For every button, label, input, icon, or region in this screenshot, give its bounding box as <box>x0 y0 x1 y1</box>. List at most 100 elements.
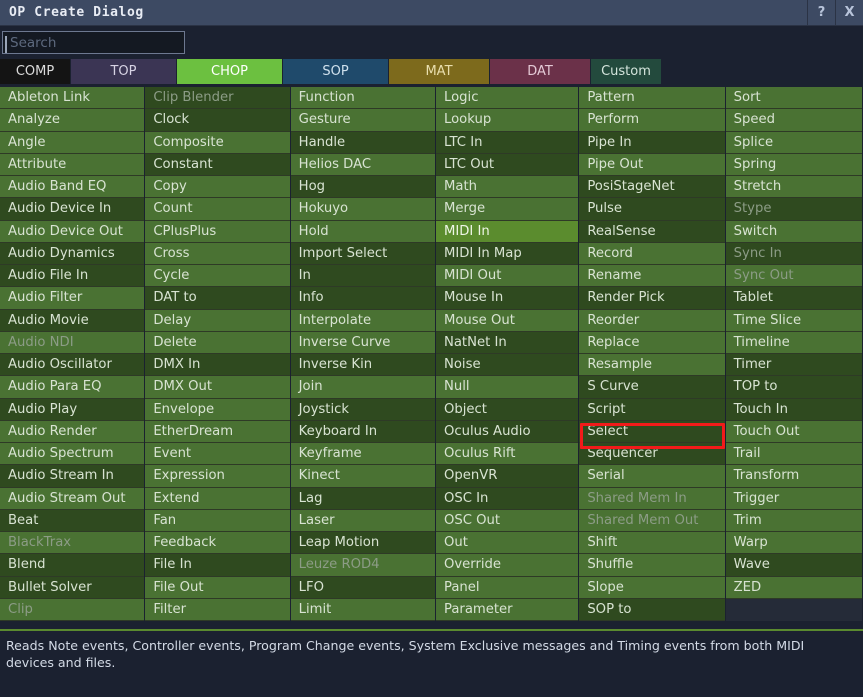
operator-item[interactable]: Audio NDI <box>0 331 145 354</box>
operator-item[interactable]: Beat <box>0 509 145 532</box>
operator-item[interactable]: RealSense <box>579 220 725 243</box>
operator-item[interactable]: Inverse Curve <box>290 331 435 354</box>
operator-item[interactable]: Keyframe <box>290 443 435 466</box>
operator-item[interactable]: Analyze <box>0 109 145 132</box>
operator-item[interactable]: Select <box>579 420 725 443</box>
operator-item[interactable]: Audio Para EQ <box>0 376 145 399</box>
operator-item[interactable]: Function <box>290 87 435 110</box>
operator-item[interactable]: Interpolate <box>290 309 435 332</box>
operator-item[interactable]: Panel <box>435 576 579 599</box>
operator-item[interactable]: MIDI In <box>435 220 579 243</box>
operator-item[interactable]: Noise <box>435 354 579 377</box>
operator-item[interactable]: Slope <box>579 576 725 599</box>
operator-item[interactable]: Leap Motion <box>290 532 435 555</box>
operator-item[interactable]: Touch In <box>725 398 862 421</box>
operator-item[interactable]: Shift <box>579 532 725 555</box>
operator-item[interactable]: Merge <box>435 198 579 221</box>
operator-item[interactable]: DMX In <box>145 354 290 377</box>
operator-item[interactable]: DMX Out <box>145 376 290 399</box>
operator-item[interactable]: Script <box>579 398 725 421</box>
tab-sop[interactable]: SOP <box>283 59 388 84</box>
operator-item[interactable]: Kinect <box>290 465 435 488</box>
operator-item[interactable]: Helios DAC <box>290 153 435 176</box>
operator-item[interactable]: Time Slice <box>725 309 862 332</box>
operator-item[interactable]: Audio Stream Out <box>0 487 145 510</box>
operator-item[interactable]: Reorder <box>579 309 725 332</box>
operator-item[interactable]: MIDI Out <box>435 265 579 288</box>
operator-item[interactable]: Sync Out <box>725 265 862 288</box>
operator-item[interactable]: Replace <box>579 331 725 354</box>
operator-item[interactable]: Expression <box>145 465 290 488</box>
operator-item[interactable]: Count <box>145 198 290 221</box>
operator-item[interactable]: Fan <box>145 509 290 532</box>
operator-item[interactable]: SOP to <box>579 598 725 621</box>
operator-item[interactable]: OSC In <box>435 487 579 510</box>
help-button[interactable]: ? <box>807 0 835 25</box>
operator-item[interactable]: Join <box>290 376 435 399</box>
operator-item[interactable]: Laser <box>290 509 435 532</box>
operator-item[interactable]: Lookup <box>435 109 579 132</box>
operator-item[interactable]: Timeline <box>725 331 862 354</box>
operator-item[interactable]: Inverse Kin <box>290 354 435 377</box>
operator-item[interactable]: LFO <box>290 576 435 599</box>
operator-item[interactable]: Audio Play <box>0 398 145 421</box>
operator-item[interactable]: Keyboard In <box>290 420 435 443</box>
operator-item[interactable]: S Curve <box>579 376 725 399</box>
operator-item[interactable]: Audio Device Out <box>0 220 145 243</box>
operator-item[interactable]: Override <box>435 554 579 577</box>
operator-item[interactable]: Limit <box>290 598 435 621</box>
operator-item[interactable]: Clock <box>145 109 290 132</box>
operator-item[interactable]: Audio Spectrum <box>0 443 145 466</box>
tab-mat[interactable]: MAT <box>389 59 489 84</box>
operator-item[interactable]: Bullet Solver <box>0 576 145 599</box>
operator-item[interactable]: Extend <box>145 487 290 510</box>
search-input[interactable] <box>2 31 185 54</box>
operator-item[interactable]: Pipe In <box>579 131 725 154</box>
operator-item[interactable]: LTC Out <box>435 153 579 176</box>
operator-item[interactable]: ZED <box>725 576 862 599</box>
operator-item[interactable]: Audio Movie <box>0 309 145 332</box>
operator-item[interactable]: BlackTrax <box>0 532 145 555</box>
operator-item[interactable]: Sequencer <box>579 443 725 466</box>
operator-item[interactable]: TOP to <box>725 376 862 399</box>
operator-item[interactable]: Shared Mem Out <box>579 509 725 532</box>
operator-item[interactable]: Blend <box>0 554 145 577</box>
operator-item[interactable]: Speed <box>725 109 862 132</box>
operator-item[interactable]: DAT to <box>145 287 290 310</box>
operator-item[interactable]: Trail <box>725 443 862 466</box>
operator-item[interactable]: Copy <box>145 176 290 199</box>
operator-item[interactable]: Mouse In <box>435 287 579 310</box>
operator-item[interactable]: Touch Out <box>725 420 862 443</box>
operator-item[interactable]: Audio Device In <box>0 198 145 221</box>
operator-item[interactable]: Audio Stream In <box>0 465 145 488</box>
operator-item[interactable]: Shuffle <box>579 554 725 577</box>
operator-item[interactable]: Import Select <box>290 242 435 265</box>
operator-item[interactable]: In <box>290 265 435 288</box>
operator-item[interactable]: LTC In <box>435 131 579 154</box>
operator-item[interactable]: Timer <box>725 354 862 377</box>
operator-item[interactable]: Audio Dynamics <box>0 242 145 265</box>
operator-item[interactable]: Switch <box>725 220 862 243</box>
operator-item[interactable]: Out <box>435 532 579 555</box>
operator-item[interactable]: Audio Band EQ <box>0 176 145 199</box>
operator-item[interactable]: Audio Oscillator <box>0 354 145 377</box>
operator-item[interactable]: Rename <box>579 265 725 288</box>
operator-item[interactable]: Trim <box>725 509 862 532</box>
operator-item[interactable]: Spring <box>725 153 862 176</box>
operator-item[interactable]: Angle <box>0 131 145 154</box>
operator-item[interactable]: File In <box>145 554 290 577</box>
operator-item[interactable]: Audio Render <box>0 420 145 443</box>
operator-item[interactable]: Composite <box>145 131 290 154</box>
tab-top[interactable]: TOP <box>71 59 176 84</box>
operator-item[interactable]: NatNet In <box>435 331 579 354</box>
tab-chop[interactable]: CHOP <box>177 59 282 84</box>
operator-item[interactable]: Joystick <box>290 398 435 421</box>
operator-item[interactable]: OpenVR <box>435 465 579 488</box>
operator-item[interactable]: Delete <box>145 331 290 354</box>
operator-item[interactable]: Record <box>579 242 725 265</box>
operator-item[interactable]: CPlusPlus <box>145 220 290 243</box>
operator-item[interactable]: Ableton Link <box>0 87 145 110</box>
operator-item[interactable]: Render Pick <box>579 287 725 310</box>
operator-item[interactable]: Oculus Rift <box>435 443 579 466</box>
operator-item[interactable]: Pulse <box>579 198 725 221</box>
